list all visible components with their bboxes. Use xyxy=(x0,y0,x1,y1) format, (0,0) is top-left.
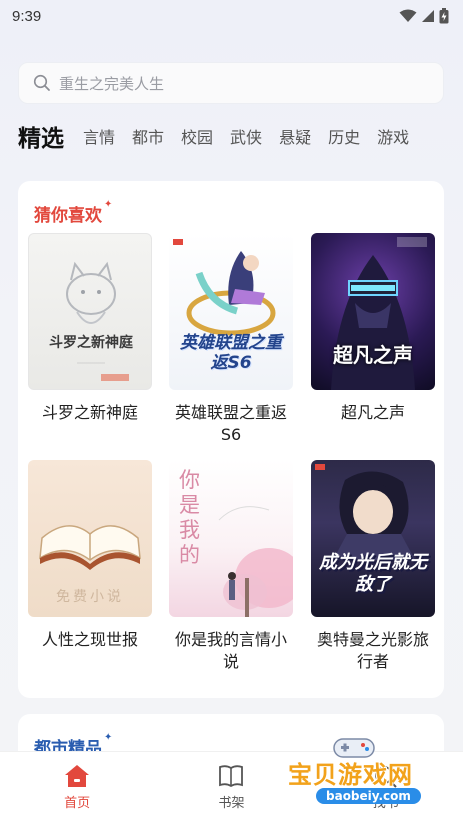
watermark-logo: 宝贝游戏网 baobeiy.com xyxy=(286,735,456,815)
book-cover[interactable]: 成为光后就无敌了 xyxy=(311,460,435,617)
search-input[interactable]: 重生之完美人生 xyxy=(18,62,444,104)
book-title[interactable]: 超凡之声 xyxy=(311,402,435,424)
book-title[interactable]: 斗罗之新神庭 xyxy=(28,402,152,424)
tab-wuxia[interactable]: 武侠 xyxy=(230,124,262,148)
book-cover[interactable]: 超凡之声 xyxy=(311,233,435,390)
status-bar: 9:39 xyxy=(0,0,463,32)
status-icons xyxy=(399,8,449,24)
status-time: 9:39 xyxy=(12,7,42,25)
nav-home[interactable]: 首页 xyxy=(32,764,122,811)
tab-city[interactable]: 都市 xyxy=(132,124,164,148)
book-icon xyxy=(219,765,244,788)
tab-campus[interactable]: 校园 xyxy=(181,124,213,148)
book-cover[interactable]: 斗罗之新神庭 xyxy=(28,233,152,390)
nav-shelf-label: 书架 xyxy=(218,796,245,811)
book-item[interactable]: 英雄联盟之重返S6 英雄联盟之重返S6 xyxy=(169,233,293,446)
nav-shelf[interactable]: 书架 xyxy=(186,764,276,811)
sparkle-icon: ✦ xyxy=(104,199,113,210)
category-tabs: 精选 言情 都市 校园 武侠 悬疑 历史 游戏 xyxy=(18,118,463,154)
cover-title: 成为光后就无敌了 xyxy=(319,552,427,595)
home-icon xyxy=(65,765,90,787)
cover-title: 超凡之声 xyxy=(333,343,413,367)
tab-mystery[interactable]: 悬疑 xyxy=(279,124,311,148)
battery-icon xyxy=(439,8,449,24)
tab-featured[interactable]: 精选 xyxy=(18,119,64,153)
book-title[interactable]: 人性之现世报 xyxy=(28,629,152,651)
wifi-icon xyxy=(399,9,417,22)
book-item[interactable]: 你是我的 你是我的言情小说 xyxy=(169,460,293,673)
section-title-recommend: 猜你喜欢 ✦ xyxy=(34,199,113,226)
tab-history[interactable]: 历史 xyxy=(328,124,360,148)
book-cover[interactable]: 免费小说 xyxy=(28,460,152,617)
book-cover[interactable]: 你是我的 xyxy=(169,460,293,617)
book-title[interactable]: 英雄联盟之重返S6 xyxy=(169,402,293,446)
book-title[interactable]: 你是我的言情小说 xyxy=(169,629,293,673)
signal-icon xyxy=(422,10,434,22)
watermark-text: 宝贝游戏网 xyxy=(288,761,413,789)
nav-home-label: 首页 xyxy=(64,796,91,811)
cover-title: 斗罗之新神庭 xyxy=(49,335,133,351)
tab-game[interactable]: 游戏 xyxy=(377,124,409,148)
cover-title: 英雄联盟之重返S6 xyxy=(180,333,282,373)
book-item[interactable]: 免费小说 人性之现世报 xyxy=(28,460,152,651)
book-item[interactable]: 超凡之声 超凡之声 xyxy=(311,233,435,424)
book-cover[interactable]: 英雄联盟之重返S6 xyxy=(169,233,293,390)
cover-title: 免费小说 xyxy=(56,589,124,605)
watermark-url: baobeiy.com xyxy=(316,788,421,804)
search-icon xyxy=(33,74,50,91)
cat-illustration xyxy=(66,261,129,381)
cover-title: 你是我的 xyxy=(179,468,200,567)
tab-romance[interactable]: 言情 xyxy=(83,124,115,148)
search-placeholder: 重生之完美人生 xyxy=(59,74,165,93)
recommend-section: 猜你喜欢 ✦ 斗罗之新神庭 斗罗之新神庭 英雄联盟之重返S6 英雄联盟之重返S6… xyxy=(18,181,444,698)
book-item[interactable]: 斗罗之新神庭 斗罗之新神庭 xyxy=(28,233,152,424)
book-title[interactable]: 奥特曼之光影旅行者 xyxy=(311,629,435,673)
book-item[interactable]: 成为光后就无敌了 奥特曼之光影旅行者 xyxy=(311,460,435,673)
sparkle-icon: ✦ xyxy=(104,732,113,743)
